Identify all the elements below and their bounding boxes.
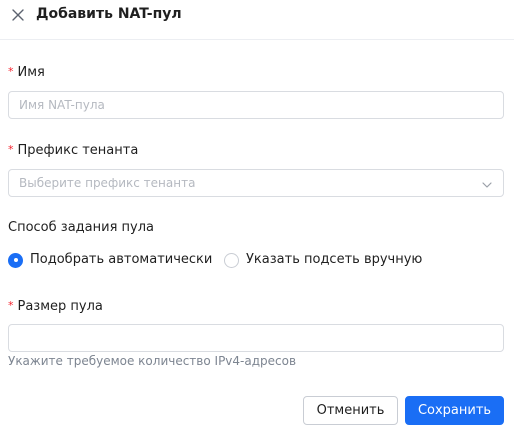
tenant-prefix-label-text: Префикс тенанта	[17, 143, 139, 158]
pool-method-label: Способ задания пула	[8, 220, 154, 235]
required-mark: *	[8, 299, 14, 312]
tenant-prefix-label: * Префикс тенанта	[8, 142, 138, 159]
close-button[interactable]	[9, 6, 27, 24]
radio-auto-indicator[interactable]	[8, 252, 23, 268]
required-mark: *	[8, 65, 14, 78]
name-input[interactable]	[8, 91, 504, 119]
save-button[interactable]: Сохранить	[405, 396, 504, 425]
radio-auto[interactable]: Подобрать автоматически	[8, 251, 212, 269]
dialog-header: Добавить NAT-пул	[0, 0, 514, 40]
radio-auto-label: Подобрать автоматически	[30, 252, 213, 267]
radio-manual[interactable]: Указать подсеть вручную	[224, 251, 422, 269]
pool-size-hint: Укажите требуемое количество IPv4-адресо…	[8, 354, 297, 368]
tenant-prefix-placeholder: Выберите префикс тенанта	[19, 176, 196, 190]
name-label-text: Имя	[17, 65, 45, 80]
radio-manual-label: Указать подсеть вручную	[246, 252, 423, 267]
cancel-button[interactable]: Отменить	[303, 396, 398, 425]
pool-size-input[interactable]	[8, 324, 504, 352]
pool-size-label: * Размер пула	[8, 298, 103, 315]
name-label: * Имя	[8, 64, 45, 81]
tenant-prefix-select[interactable]: Выберите префикс тенанта	[8, 169, 504, 197]
close-icon	[12, 9, 24, 21]
dialog-title: Добавить NAT-пул	[36, 6, 182, 22]
required-mark: *	[8, 143, 14, 156]
chevron-down-icon	[482, 182, 492, 188]
pool-size-label-text: Размер пула	[17, 299, 103, 314]
radio-manual-indicator[interactable]	[224, 252, 239, 268]
